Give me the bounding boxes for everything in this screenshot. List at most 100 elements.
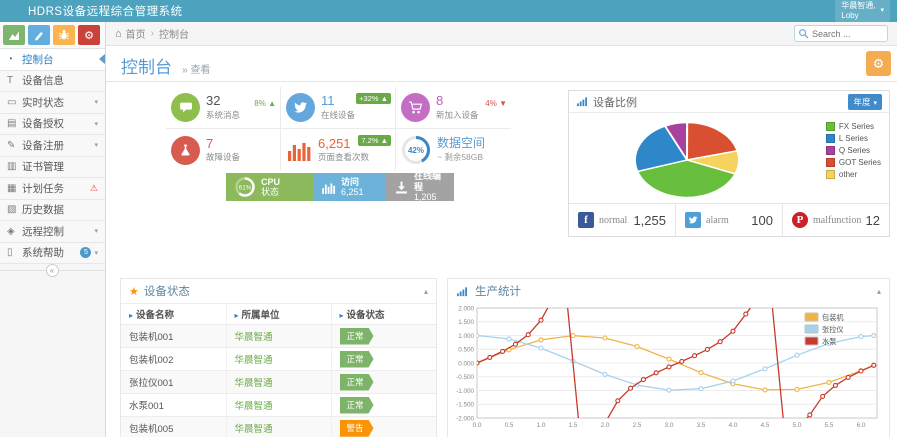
- bug-shortcut-button[interactable]: [53, 25, 75, 45]
- sidebar-item-5[interactable]: ▥证书管理: [0, 157, 105, 179]
- stat-delta: 8% ▲: [254, 99, 276, 108]
- pie-legend-item-2: Q Series: [826, 146, 881, 155]
- pinterest-icon: P: [792, 212, 808, 228]
- col-header-2[interactable]: ▸设备状态: [331, 304, 436, 325]
- search-icon: [798, 28, 809, 39]
- device-status-table: ▸设备名称▸所属单位▸设备状态 包装机001华晨智通正常包装机002华晨智通正常…: [121, 303, 436, 437]
- sidebar-item-3[interactable]: ▤设备授权▾: [0, 114, 105, 136]
- tile-row: 7故障设备6,251页面查看次数7.2% ▲42%数据空间~ 剩余58GB: [166, 129, 511, 171]
- stat-label: 数据空间: [437, 137, 485, 150]
- twitter-icon: [685, 212, 701, 228]
- sidebar-item-9[interactable]: ▯系统帮助5▾: [0, 243, 105, 265]
- chevron-down-icon: ▾: [94, 141, 98, 149]
- sidebar-item-0[interactable]: ◔控制台: [0, 49, 105, 71]
- settings-shortcut-button[interactable]: ⚙: [78, 25, 100, 45]
- footer-stat-normal: fnormal1,255: [569, 204, 675, 236]
- chevron-down-icon: ▾: [880, 7, 884, 16]
- sidebar-menu: ◔控制台T设备信息▭实时状态▾▤设备授权▾✎设备注册▾▥证书管理▦计划任务⚠▧历…: [0, 49, 105, 264]
- tag-icon: ◈: [7, 226, 22, 237]
- bars-icon: [286, 137, 312, 163]
- stat-tile-body: 32系统消息: [206, 94, 240, 121]
- device-status-cell: 正常: [331, 325, 436, 348]
- device-status-title: 设备状态: [144, 283, 190, 299]
- sidebar-item-4[interactable]: ✎设备注册 ▾: [0, 135, 105, 157]
- device-name: 包装机005: [121, 417, 226, 437]
- legend-swatch: [826, 122, 835, 131]
- col-arrow-icon: ▸: [129, 311, 133, 320]
- footer-stat-value: 1,255: [633, 213, 666, 228]
- edit-icon: ✎: [7, 140, 22, 151]
- cpu-strip: 61% CPU状态 访问6,251在线编程1,205: [226, 173, 454, 201]
- card-icon: ▥: [7, 161, 22, 172]
- strip-text: CPU状态: [261, 177, 280, 198]
- sidebar-item-label: 设备授权: [22, 116, 64, 131]
- footer-stat-value: 100: [751, 213, 773, 228]
- sidebar-collapse-button[interactable]: «: [46, 264, 59, 277]
- sidebar-item-1[interactable]: T设备信息: [0, 71, 105, 93]
- svg-text:-0.500: -0.500: [456, 374, 474, 381]
- pencil-shortcut-button[interactable]: [28, 25, 50, 45]
- period-dropdown-button[interactable]: 年度▾: [848, 94, 882, 110]
- sidebar-item-2[interactable]: ▭实时状态▾: [0, 92, 105, 114]
- app-title: HDRS设备远程综合管理系统: [28, 3, 183, 19]
- user-menu[interactable]: 华晨智通, Loby ▾: [835, 0, 890, 22]
- delta-text: 4%: [485, 99, 499, 108]
- device-org: 华晨智通: [226, 417, 331, 437]
- sidebar-shortcuts: ⚙: [0, 22, 105, 49]
- sidebar-item-8[interactable]: ◈远程控制▾: [0, 221, 105, 243]
- table-row-1: 包装机002华晨智通正常: [121, 348, 436, 371]
- cart-icon: [401, 93, 430, 122]
- stat-value: 7: [206, 137, 240, 151]
- stat-tile-4: 6,251页面查看次数7.2% ▲: [281, 129, 396, 171]
- device-ratio-header: 设备比例 年度▾: [569, 91, 889, 113]
- col-header-label: 设备状态: [347, 310, 385, 321]
- collapse-chevron-icon[interactable]: ▴: [877, 287, 881, 296]
- dashboard-app: HDRS设备远程综合管理系统 华晨智通, Loby ▾ ⚙ ◔控制台T设备信息▭…: [0, 0, 897, 437]
- breadcrumb-home[interactable]: 首页: [126, 26, 146, 41]
- svg-text:6.0: 6.0: [857, 422, 866, 429]
- star-icon: ★: [129, 285, 139, 298]
- sidebar-item-label: 设备注册: [22, 138, 64, 153]
- svg-text:2.0: 2.0: [601, 422, 610, 429]
- sidebar-item-7[interactable]: ▧历史数据: [0, 200, 105, 222]
- stat-tile-0: 32系统消息 8% ▲: [166, 87, 281, 129]
- col-header-1[interactable]: ▸所属单位: [226, 304, 331, 325]
- table-icon: ▤: [7, 118, 22, 129]
- bar-chart-icon: [456, 286, 468, 297]
- svg-text:3.0: 3.0: [665, 422, 674, 429]
- svg-text:61%: 61%: [239, 184, 252, 191]
- strip-segment-bars: 访问6,251: [313, 173, 386, 201]
- col-header-0[interactable]: ▸设备名称: [121, 304, 226, 325]
- stat-tile-1: 11在线设备+32% ▲: [281, 87, 396, 129]
- device-name: 张拉仪001: [121, 371, 226, 394]
- device-org: 华晨智通: [226, 394, 331, 417]
- sidebar-item-label: 系统帮助: [22, 245, 64, 260]
- svg-text:-1.500: -1.500: [456, 402, 474, 409]
- pencil-icon: [33, 29, 45, 41]
- gauge-icon: ◔: [7, 54, 22, 65]
- dashboard-content: 32系统消息8% ▲11在线设备+32% ▲8新加入设备4% ▼7故障设备6,2…: [106, 82, 897, 437]
- legend-label: other: [839, 170, 857, 179]
- svg-text:5.5: 5.5: [825, 422, 834, 429]
- status-badge: 警告: [340, 420, 374, 437]
- breadcrumb: ⌂ 首页 › 控制台: [106, 22, 897, 46]
- stat-tile-body: 7故障设备: [206, 137, 240, 164]
- home-icon[interactable]: ⌂: [115, 28, 122, 40]
- device-status-cell: 正常: [331, 348, 436, 371]
- sidebar-item-label: 证书管理: [22, 159, 64, 174]
- svg-text:4.0: 4.0: [729, 422, 738, 429]
- area-chart-shortcut-button[interactable]: [3, 25, 25, 45]
- twitter-icon: [286, 93, 315, 122]
- collapse-chevron-icon[interactable]: ▴: [424, 287, 428, 296]
- device-org: 华晨智通: [226, 325, 331, 348]
- sidebar-item-6[interactable]: ▦计划任务⚠: [0, 178, 105, 200]
- download-icon: [394, 180, 409, 195]
- text-icon: T: [7, 75, 22, 86]
- status-badge: 正常: [340, 374, 374, 391]
- device-ratio-panel: 设备比例 年度▾ FX SeriesL SeriesQ SeriesGOT Se…: [568, 90, 890, 237]
- settings-gear-button[interactable]: ⚙: [866, 51, 891, 76]
- stat-value: 32: [206, 94, 240, 108]
- strip-segment-download: 在线编程1,205: [386, 173, 454, 201]
- stat-label: 页面查看次数: [318, 151, 369, 163]
- warning-triangle-icon: ⚠: [90, 183, 98, 194]
